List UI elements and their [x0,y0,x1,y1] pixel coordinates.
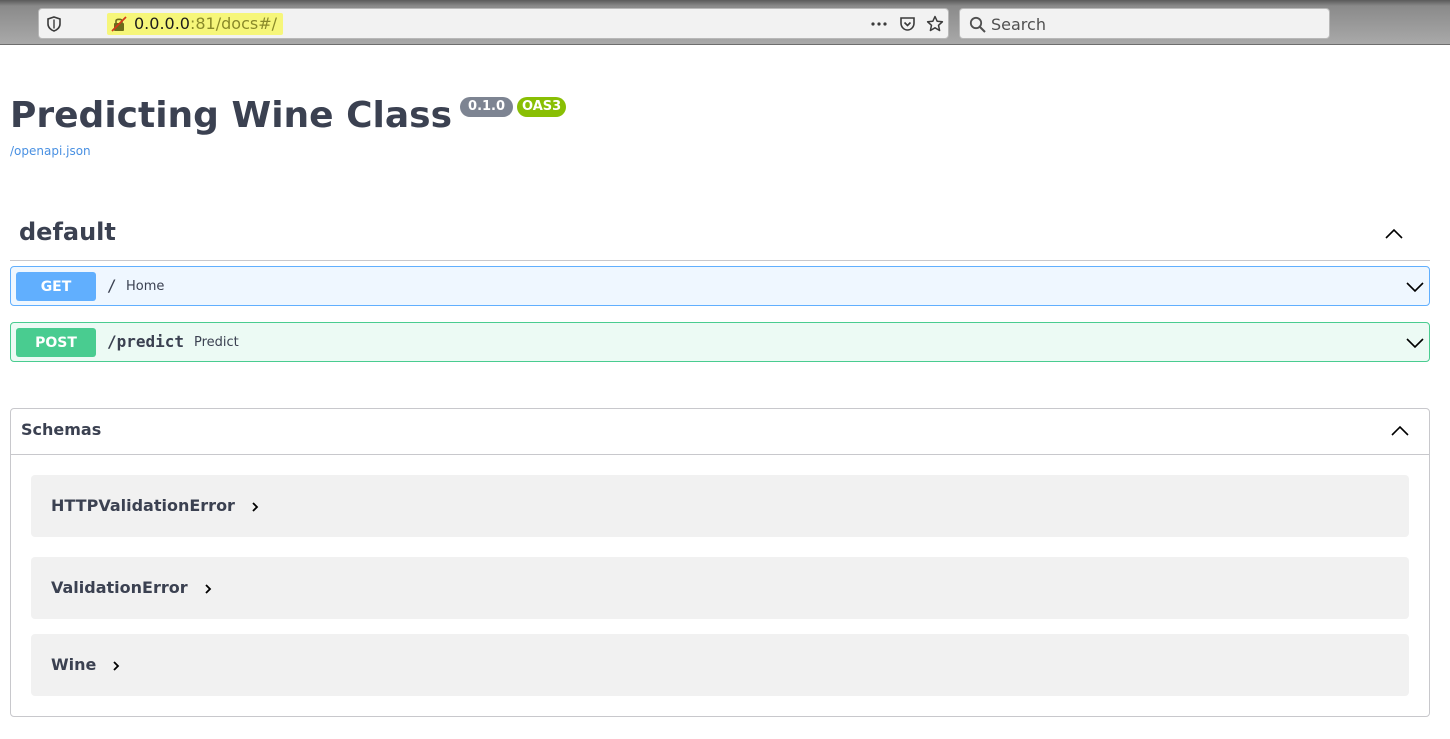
schema-name: Wine [51,655,122,675]
chevron-right-icon[interactable] [202,583,214,595]
search-icon [969,16,986,33]
ellipsis-icon[interactable] [870,15,888,33]
tag-name: default [19,218,116,246]
schema-name: HTTPValidationError [51,496,261,516]
shield-icon[interactable] [47,16,61,32]
schemas-title: Schemas [21,420,102,439]
chevron-down-icon[interactable] [1405,277,1425,297]
schema-name-text: Wine [51,655,97,674]
schema-name-text: HTTPValidationError [51,496,235,515]
tag-section-default[interactable]: default [10,212,1430,261]
schemas-header[interactable]: Schemas [11,409,1429,455]
operation-path: /predict [107,332,185,351]
chevron-up-icon[interactable] [1384,224,1404,244]
chevron-right-icon[interactable] [249,501,261,513]
url-path: :81/docs#/ [189,14,277,33]
operation-summary: Home [126,279,165,294]
schema-name-text: ValidationError [51,578,188,597]
schemas-section: Schemas HTTPValidationError ValidationEr… [10,408,1430,717]
browser-search-input[interactable]: Search [959,8,1330,39]
operation-get-home[interactable]: GET / Home [10,266,1430,306]
method-badge-post: POST [16,328,96,357]
address-bar[interactable]: 0.0.0.0:81/docs#/ [38,8,949,39]
page-title: Predicting Wine Class [10,95,453,136]
url-actions [870,14,944,34]
info-header: Predicting Wine Class 0.1.0 OAS3 [10,94,567,138]
operation-path: / [107,276,117,295]
chevron-down-icon[interactable] [1405,333,1425,353]
insecure-lock-icon[interactable] [111,16,127,32]
url-host: 0.0.0.0 [134,14,190,33]
version-badge: 0.1.0 [460,97,514,117]
schema-wine[interactable]: Wine [31,634,1409,696]
chevron-right-icon[interactable] [110,660,122,672]
star-icon[interactable] [926,15,944,33]
schema-validation-error[interactable]: ValidationError [31,557,1409,619]
schema-http-validation-error[interactable]: HTTPValidationError [31,475,1409,537]
search-placeholder: Search [991,15,1046,34]
browser-toolbar: 0.0.0.0:81/docs#/ Search [0,0,1450,45]
oas-badge: OAS3 [517,97,567,117]
chevron-up-icon[interactable] [1390,421,1410,441]
operation-summary: Predict [194,335,239,350]
method-badge-get: GET [16,272,96,301]
url-text[interactable]: 0.0.0.0:81/docs#/ [134,15,277,33]
operation-post-predict[interactable]: POST /predict Predict [10,322,1430,362]
openapi-json-link[interactable]: /openapi.json [10,144,91,158]
pocket-icon[interactable] [898,15,916,33]
schema-name: ValidationError [51,578,214,598]
